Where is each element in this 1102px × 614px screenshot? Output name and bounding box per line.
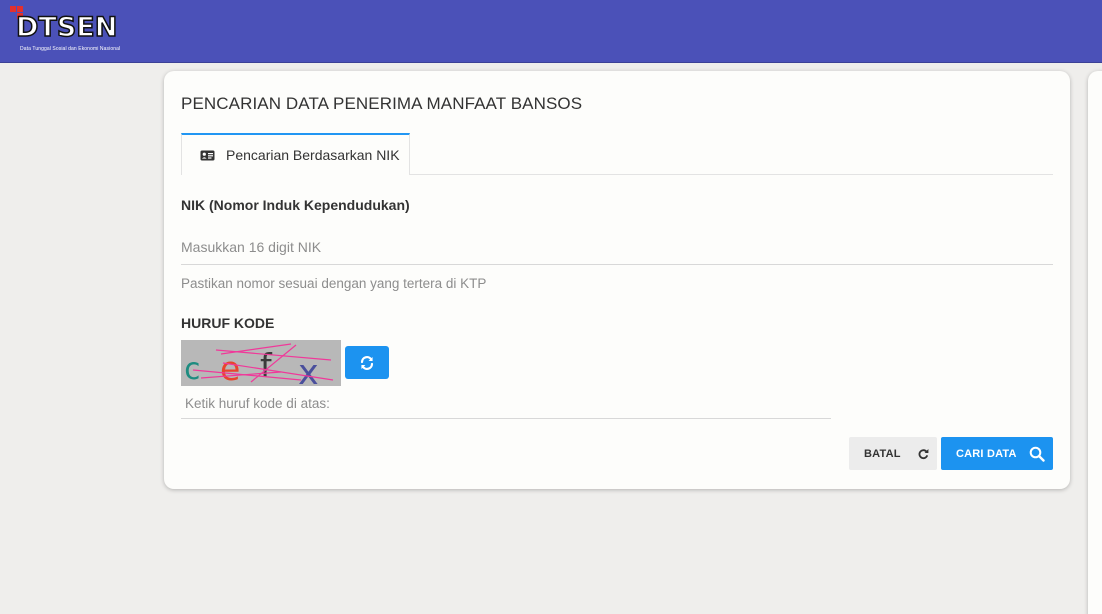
- cancel-button[interactable]: BATAL: [849, 437, 937, 470]
- nik-help-text: Pastikan nomor sesuai dengan yang terter…: [181, 276, 487, 291]
- captcha-input[interactable]: [181, 389, 831, 419]
- id-card-icon: [200, 150, 215, 160]
- captcha-label: HURUF KODE: [181, 315, 275, 331]
- tab-label: Pencarian Berdasarkan NIK: [226, 147, 400, 163]
- page-title: PENCARIAN DATA PENERIMA MANFAAT BANSOS: [181, 94, 583, 113]
- side-panel: [1088, 71, 1102, 614]
- nik-input[interactable]: [181, 229, 1053, 265]
- refresh-icon: [360, 355, 374, 370]
- captcha-char: c: [183, 352, 201, 386]
- nik-label: NIK (Nomor Induk Kependudukan): [181, 197, 410, 213]
- captcha-char: e: [220, 349, 240, 386]
- search-button[interactable]: CARI DATA: [941, 437, 1053, 470]
- logo-text: DTSEN: [15, 12, 118, 44]
- search-icon: [1029, 446, 1045, 462]
- search-card: PENCARIAN DATA PENERIMA MANFAAT BANSOS P…: [164, 71, 1070, 489]
- refresh-captcha-button[interactable]: [345, 346, 389, 379]
- captcha-image: c e f x: [181, 340, 341, 386]
- top-navbar: DTSEN Data Tunggal Sosial dan Ekonomi Na…: [0, 0, 1102, 63]
- tab-search-by-nik[interactable]: Pencarian Berdasarkan NIK: [181, 133, 410, 175]
- search-button-label: CARI DATA: [956, 447, 1017, 460]
- dtsen-logo[interactable]: DTSEN Data Tunggal Sosial dan Ekonomi Na…: [10, 6, 126, 56]
- reset-icon: [918, 448, 929, 459]
- logo-subtitle: Data Tunggal Sosial dan Ekonomi Nasional: [20, 46, 121, 52]
- cancel-button-label: BATAL: [864, 447, 901, 460]
